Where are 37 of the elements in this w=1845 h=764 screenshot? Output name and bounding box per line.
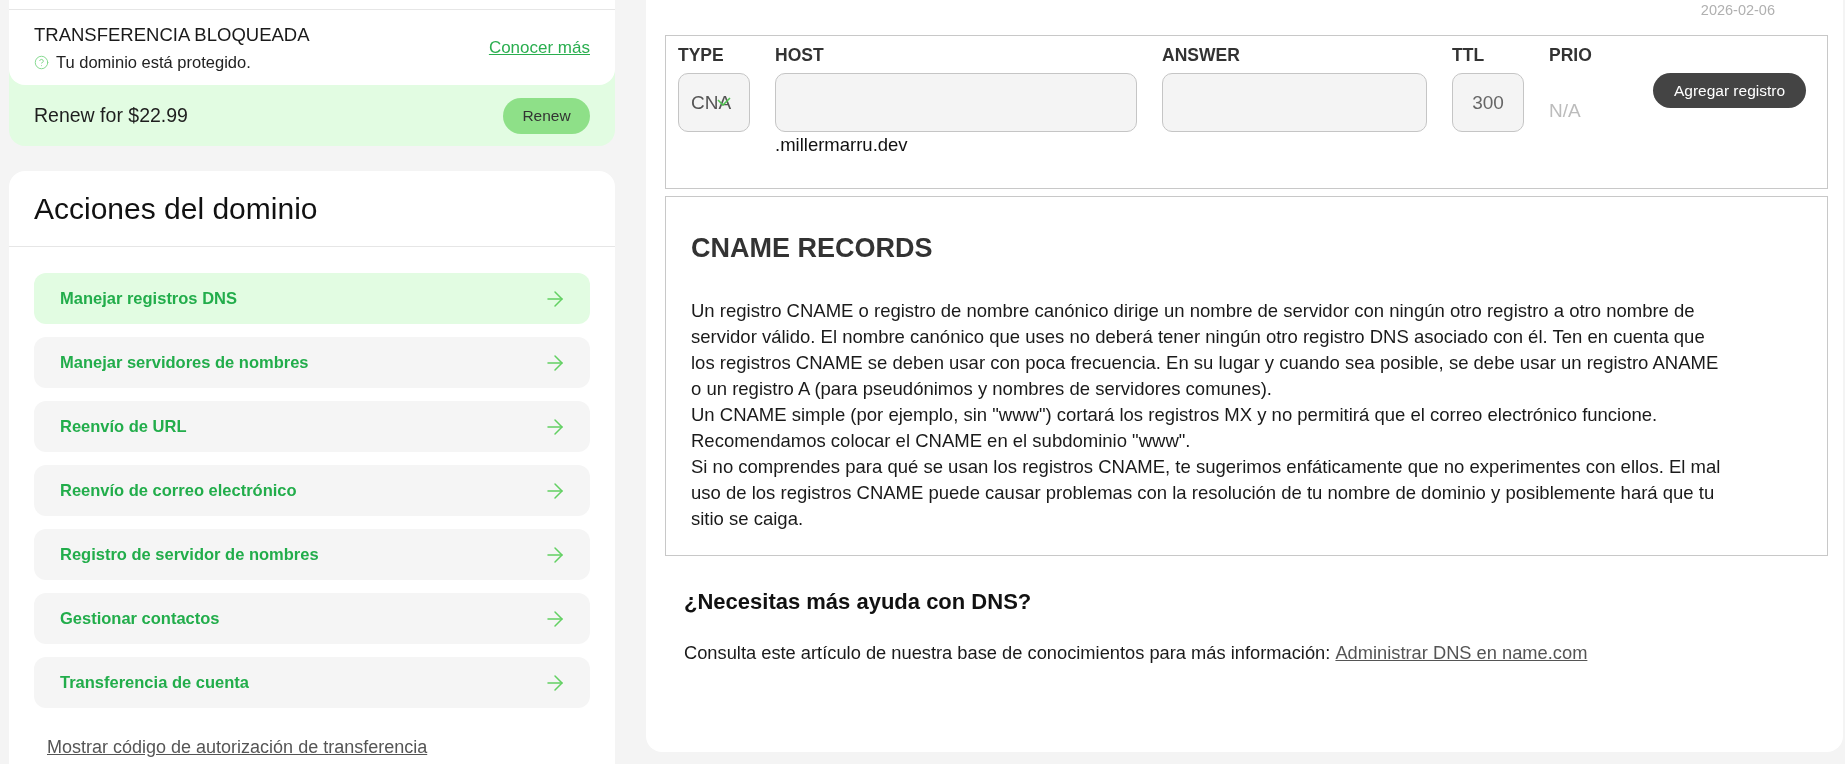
action-item[interactable]: Manejar registros DNS (34, 273, 590, 324)
field-label: TYPE (678, 46, 725, 64)
input-field[interactable] (775, 73, 1137, 132)
renew-price: Renew for $22.99 (34, 104, 188, 127)
field-label: HOST (775, 46, 825, 64)
action-item[interactable]: Gestionar contactos (34, 593, 590, 644)
help-article-link[interactable]: Administrar DNS en name.com (1335, 642, 1588, 663)
info-paragraph: Si no comprendes para qué se usan los registros CNAME, te sugerimos enfáticamente que no experimentes con ellos. El mal uso de los registros CNAME puede causar problemas con la resolución de tu nombre de dominio y posiblemente hará que tu sitio se caiga. (691, 455, 1722, 531)
info-paragraph: Un registro CNAME o registro de nombre canónico dirige un nombre de servidor con ningún otro registro a otro nombre de servidor válido. El nombre canónico que uses no deberá tener ningún otro registro DNS asociado con él. Ten en cuenta que los registros CNAME se deben usar con poca frecuencia. En su lugar y cuando sea posible, se debe usar un registro ANAME o un registro A (para pseudónimos y nombres de servidores comunes). (691, 299, 1720, 401)
date-text: 2026-02-06 (1700, 2, 1775, 20)
add-record-button[interactable]: Agregar registro (1653, 73, 1806, 108)
input-field[interactable]: 300 (1452, 73, 1524, 132)
input-field[interactable] (1162, 73, 1427, 132)
action-item[interactable]: Registro de servidor de nombres (34, 529, 590, 580)
field-label: PRIO (1549, 46, 1593, 64)
action-item[interactable]: Transferencia de cuenta (34, 657, 590, 708)
help-text: Consulta este artículo de nuestra base de conocimientos para más información: Administrar DNS en name.com (684, 641, 1589, 665)
check-icon (717, 97, 731, 106)
action-item[interactable]: Reenvío de URL (34, 401, 590, 452)
action-item[interactable]: Reenvío de correo electrónico (34, 465, 590, 516)
status-title: TRANSFERENCIA BLOQUEADA (34, 23, 310, 47)
field-label: ANSWER (1162, 46, 1241, 64)
info-paragraph: Un CNAME simple (por ejemplo, sin "www") cortará los registros MX y no permitirá que el correo electrónico funcione. (691, 403, 1659, 427)
learn-more-link[interactable]: Conocer más (488, 37, 590, 58)
card-title: Acciones del dominio (34, 191, 318, 226)
help-title: ¿Necesitas más ayuda con DNS? (684, 588, 1033, 616)
domain-suffix: .millermarru.dev (775, 135, 909, 155)
info-title: CNAME RECORDS (691, 232, 934, 265)
field-value: N/A (1549, 99, 1582, 121)
action-item[interactable]: Manejar servidores de nombres (34, 337, 590, 388)
info-paragraph: Recomendamos colocar el CNAME en el subdominio "www". (691, 429, 1192, 453)
help-icon (34, 54, 49, 70)
status-note: Tu dominio está protegido. (56, 52, 251, 72)
type-select[interactable]: CNA (678, 73, 750, 132)
field-label: TTL (1452, 46, 1486, 64)
auth-code-link[interactable]: Mostrar código de autorización de transferencia (47, 736, 428, 758)
renew-button[interactable]: Renew (503, 97, 590, 134)
